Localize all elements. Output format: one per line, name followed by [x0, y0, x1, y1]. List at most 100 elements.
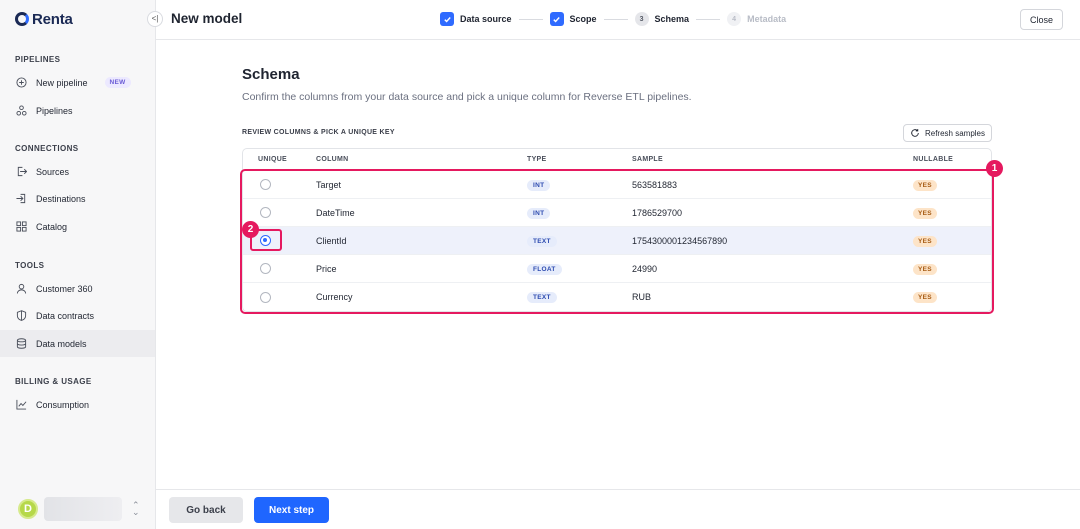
step-number: 3: [634, 12, 649, 26]
nullable-badge: YES: [913, 263, 937, 275]
sample-value: RUB: [632, 292, 652, 302]
step-divider: [518, 18, 543, 20]
annotation-marker-1: 1: [986, 160, 1003, 177]
sources-icon: [16, 166, 27, 177]
nullable-badge: YES: [913, 179, 937, 191]
table-row-selected[interactable]: ClientId TEXT 1754300001234567890 YES: [243, 227, 991, 255]
sidebar-item-label: Data models: [36, 338, 87, 349]
sidebar-item-label: Sources: [36, 166, 70, 177]
table-row[interactable]: Currency TEXT RUB YES: [243, 283, 991, 311]
user-name-redacted: [44, 497, 122, 521]
sidebar-item-sources[interactable]: Sources: [0, 158, 155, 185]
refresh-samples-button[interactable]: Refresh samples: [903, 124, 992, 142]
section-connections: CONNECTIONS: [15, 144, 79, 153]
unique-radio[interactable]: [260, 291, 271, 303]
sidebar-item-consumption[interactable]: Consumption: [0, 391, 155, 418]
column-name: Price: [316, 263, 337, 274]
refresh-label: Refresh samples: [924, 128, 986, 138]
sidebar-item-destinations[interactable]: Destinations: [0, 185, 155, 212]
sidebar-item-new-pipeline[interactable]: New pipeline NEW: [0, 69, 155, 96]
sample-value: 24990: [632, 263, 658, 274]
step-divider: [603, 18, 628, 20]
sidebar-item-pipelines[interactable]: Pipelines: [0, 97, 155, 124]
sample-value: 1786529700: [632, 207, 683, 218]
step-metadata: 4 Metadata: [727, 12, 786, 26]
column-name: ClientId: [316, 235, 347, 246]
chart-icon: [16, 399, 27, 410]
chevron-updown-icon: ⌃ ⌄: [132, 500, 140, 517]
new-badge: NEW: [104, 77, 131, 88]
step-label: Data source: [460, 14, 512, 24]
sidebar-item-catalog[interactable]: Catalog: [0, 213, 155, 240]
sidebar-item-label: Data contracts: [36, 310, 95, 321]
renta-logo-icon: [15, 12, 29, 26]
table-row[interactable]: Target INT 563581883 YES: [243, 171, 991, 199]
type-badge: INT: [527, 179, 551, 191]
plus-circle-icon: [16, 77, 27, 88]
schema-table: UNIQUE COLUMN TYPE SAMPLE NULLABLE Targe…: [242, 148, 992, 312]
sidebar-item-label: Pipelines: [36, 105, 73, 116]
page-title: New model: [171, 11, 243, 26]
check-icon: [549, 12, 564, 26]
close-button[interactable]: Close: [1020, 9, 1063, 30]
nullable-badge: YES: [913, 292, 937, 303]
step-label: Scope: [569, 14, 597, 24]
refresh-icon: [911, 129, 919, 137]
table-row[interactable]: Price FLOAT 24990 YES: [243, 255, 991, 283]
step-divider: [696, 18, 721, 20]
type-badge: TEXT: [527, 235, 557, 247]
sidebar-item-data-models[interactable]: Data models: [0, 330, 155, 357]
shield-icon: [16, 310, 27, 321]
footer: Go back Next step: [156, 489, 1080, 529]
unique-radio[interactable]: [260, 179, 271, 190]
user-icon: [16, 283, 27, 294]
type-badge: FLOAT: [527, 263, 562, 275]
sidebar-item-label: Catalog: [36, 221, 68, 232]
header-type: TYPE: [527, 156, 547, 163]
nullable-badge: YES: [913, 207, 937, 219]
table-label: REVIEW COLUMNS & PICK A UNIQUE KEY: [242, 129, 395, 136]
step-scope[interactable]: Scope: [549, 12, 597, 26]
nullable-badge: YES: [913, 235, 937, 247]
step-label: Metadata: [747, 14, 787, 24]
next-step-button[interactable]: Next step: [254, 497, 329, 523]
header-nullable: NULLABLE: [913, 156, 954, 163]
sidebar-item-label: Customer 360: [36, 283, 93, 294]
sidebar-item-label: Destinations: [36, 193, 86, 204]
user-menu[interactable]: D ⌃ ⌄: [18, 497, 140, 521]
sample-value: 563581883: [632, 179, 678, 190]
header-unique: UNIQUE: [258, 156, 288, 163]
stepper: Data source Scope 3 Schema 4 Metadata: [440, 11, 786, 27]
unique-radio[interactable]: [260, 263, 271, 274]
table-header: UNIQUE COLUMN TYPE SAMPLE NULLABLE: [243, 149, 991, 171]
step-schema[interactable]: 3 Schema: [634, 12, 690, 26]
step-data-source[interactable]: Data source: [440, 12, 512, 26]
unique-radio-selected[interactable]: [260, 235, 271, 246]
type-badge: INT: [527, 207, 551, 219]
sidebar-item-customer-360[interactable]: Customer 360: [0, 275, 155, 302]
renta-logo[interactable]: Renta: [15, 9, 73, 29]
sidebar-item-data-contracts[interactable]: Data contracts: [0, 302, 155, 329]
sidebar-item-label: Consumption: [36, 399, 90, 410]
database-icon: [16, 338, 27, 349]
sidebar-item-label: New pipeline: [36, 77, 88, 88]
logo-text: Renta: [32, 10, 73, 28]
destinations-icon: [16, 193, 27, 204]
column-name: DateTime: [316, 207, 355, 218]
catalog-icon: [16, 221, 27, 232]
collapse-sidebar-button[interactable]: <|: [147, 11, 163, 27]
header: New model Data source Scope 3 Schema 4 M…: [156, 0, 1080, 40]
check-icon: [440, 12, 454, 26]
go-back-button[interactable]: Go back: [169, 497, 243, 523]
pipelines-icon: [16, 105, 27, 116]
column-name: Target: [316, 179, 342, 190]
section-subtitle: Confirm the columns from your data sourc…: [242, 91, 692, 103]
unique-radio[interactable]: [260, 207, 271, 218]
header-column: COLUMN: [316, 156, 349, 163]
section-tools: TOOLS: [15, 261, 45, 270]
table-row[interactable]: DateTime INT 1786529700 YES: [243, 199, 991, 227]
sidebar: Renta PIPELINES New pipeline NEW Pipelin…: [0, 0, 156, 529]
section-title: Schema: [242, 66, 300, 83]
step-label: Schema: [654, 14, 690, 24]
sample-value: 1754300001234567890: [632, 235, 728, 246]
